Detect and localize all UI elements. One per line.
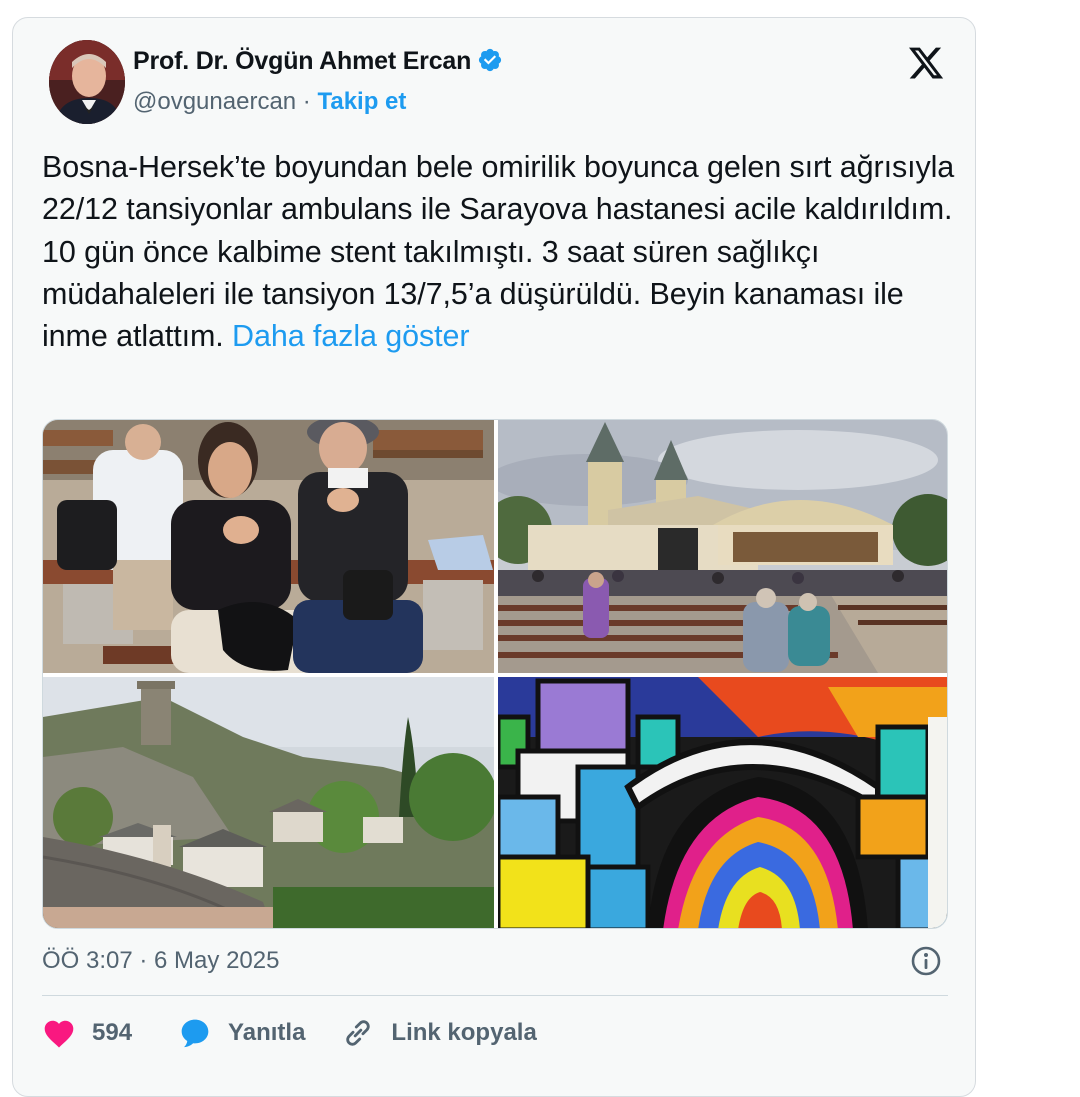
reply-button[interactable]: Yanıtla (178, 1017, 305, 1049)
verified-badge-icon (477, 47, 503, 80)
action-bar: 594 Yanıtla Link kopyala (42, 1015, 537, 1051)
author-name-text[interactable]: Prof. Dr. Övgün Ahmet Ercan (133, 47, 471, 75)
tweet-text: Bosna-Hersek’te boyundan bele omirilik b… (42, 146, 957, 357)
like-button[interactable]: 594 (42, 1018, 132, 1048)
copy-link-label: Link kopyala (391, 1019, 537, 1046)
photo-hillside-village[interactable] (43, 677, 494, 928)
speech-bubble-icon (181, 1019, 209, 1048)
photo-women-praying[interactable] (43, 420, 494, 673)
x-logo-icon[interactable] (906, 44, 946, 82)
tweet-body: Bosna-Hersek’te boyundan bele omirilik b… (42, 150, 955, 354)
tweet-card: Prof. Dr. Övgün Ahmet Ercan @ovgunaercan… (12, 17, 976, 1097)
copy-link-button[interactable]: Link kopyala (341, 1016, 537, 1050)
heart-icon (44, 1020, 74, 1048)
like-count: 594 (92, 1019, 133, 1046)
avatar[interactable] (49, 40, 125, 124)
photo-colorful-painting[interactable] (498, 677, 947, 928)
show-more-link[interactable]: Daha fazla göster (232, 319, 469, 353)
reply-label: Yanıtla (228, 1019, 306, 1046)
separator: · (296, 88, 318, 115)
timestamp[interactable]: ÖÖ 3:07 · 6 May 2025 (42, 947, 279, 975)
link-icon (346, 1020, 371, 1046)
photo-church[interactable] (498, 420, 947, 673)
handle-line: @ovgunaercan · Takip et (133, 88, 406, 116)
media-grid (42, 419, 948, 929)
follow-button[interactable]: Takip et (317, 88, 406, 115)
divider (42, 995, 948, 996)
info-icon[interactable] (910, 945, 942, 977)
author-name[interactable]: Prof. Dr. Övgün Ahmet Ercan (133, 47, 503, 80)
author-handle[interactable]: @ovgunaercan (133, 88, 296, 115)
